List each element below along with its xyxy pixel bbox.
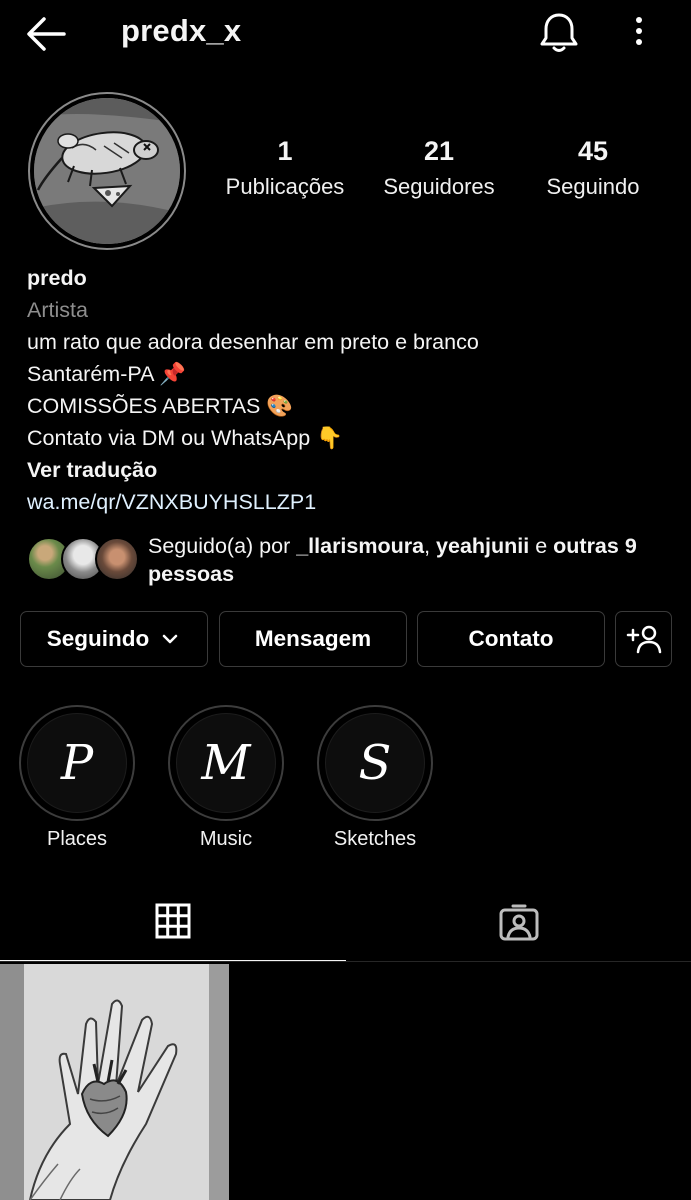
add-user-icon: [626, 625, 661, 654]
bio-line: um rato que adora desenhar em preto e br…: [27, 330, 479, 354]
following-count[interactable]: 45 Seguindo: [518, 136, 668, 200]
message-button[interactable]: Mensagem: [219, 611, 407, 667]
chevron-down-icon: [163, 634, 178, 644]
notifications-button[interactable]: [536, 12, 582, 54]
bio-line: Contato via DM ou WhatsApp 👇: [27, 426, 343, 450]
highlight-sketches[interactable]: S Sketches: [316, 705, 434, 851]
separator-text: ,: [424, 534, 437, 558]
more-options-button[interactable]: [624, 12, 654, 52]
following-count-label: Seguindo: [546, 174, 640, 199]
posts-count-label: Publicações: [225, 174, 345, 199]
highlight-ring: M: [168, 705, 284, 821]
posts-count[interactable]: 1 Publicações: [210, 136, 360, 200]
mutual-followers-avatars[interactable]: [27, 537, 139, 583]
tab-divider: [0, 961, 691, 962]
highlight-label: Sketches: [333, 828, 417, 850]
message-button-label: Mensagem: [254, 626, 372, 651]
tab-tagged[interactable]: [346, 880, 691, 962]
followers-count[interactable]: 21 Seguidores: [364, 136, 514, 200]
back-button[interactable]: [24, 14, 68, 54]
contact-button[interactable]: Contato: [417, 611, 605, 667]
tab-posts-grid[interactable]: [0, 880, 346, 962]
avatar: [95, 537, 139, 581]
bell-icon: [540, 13, 578, 52]
highlight-label: Music: [199, 828, 253, 850]
tagged-person-icon: [499, 904, 539, 941]
bio-line: Santarém-PA 📌: [27, 362, 187, 386]
mutual-follower-name[interactable]: _llarismoura: [296, 534, 424, 558]
suggested-users-button[interactable]: [615, 611, 672, 667]
bio-website-link[interactable]: wa.me/qr/VZNXBUYHSLLZP1: [27, 486, 667, 518]
post-thumbnail[interactable]: [0, 964, 229, 1200]
mutual-follower-name[interactable]: yeahjunii: [436, 534, 529, 558]
highlight-label: Places: [46, 828, 108, 850]
highlight-ring: S: [317, 705, 433, 821]
profile-username: predx_x: [121, 13, 242, 48]
contact-button-label: Contato: [468, 626, 554, 651]
followed-by-prefix: Seguido(a) por: [148, 534, 297, 558]
profile-bio: predo Artista um rato que adora desenhar…: [27, 262, 667, 518]
highlight-places[interactable]: P Places: [18, 705, 136, 851]
highlight-cover: S: [325, 713, 425, 813]
followers-count-label: Seguidores: [383, 174, 495, 199]
highlight-cover: M: [176, 713, 276, 813]
following-button-label: Seguindo: [46, 626, 150, 651]
see-translation-link[interactable]: Ver tradução: [27, 454, 667, 486]
highlight-ring: P: [19, 705, 135, 821]
top-bar: predx_x: [0, 0, 691, 66]
following-count-value: 45: [577, 136, 609, 166]
arrow-left-icon: [27, 17, 66, 51]
following-button[interactable]: Seguindo: [20, 611, 208, 667]
highlight-music[interactable]: M Music: [167, 705, 285, 851]
grid-icon: [155, 903, 191, 939]
followed-by-text[interactable]: Seguido(a) por _llarismoura, yeahjunii e…: [148, 532, 678, 588]
bio-line: COMISSÕES ABERTAS 🎨: [27, 394, 294, 418]
profile-category: Artista: [27, 298, 88, 322]
connector-text: e: [529, 534, 554, 558]
posts-count-value: 1: [277, 136, 293, 166]
hand-heart-drawing-image: [0, 964, 229, 1200]
rat-drawing-avatar: [34, 98, 180, 244]
more-vertical-icon: [636, 17, 642, 45]
profile-display-name: predo: [27, 266, 87, 290]
highlight-cover: P: [27, 713, 127, 813]
followers-count-value: 21: [423, 136, 455, 166]
avatar[interactable]: [34, 98, 180, 244]
